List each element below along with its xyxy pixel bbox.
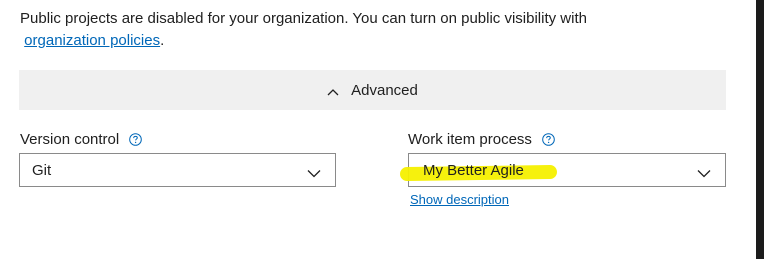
notice-text: Public projects are disabled for your or… <box>20 10 587 27</box>
help-circle-icon[interactable] <box>542 133 555 146</box>
scrollbar-thumb[interactable] <box>756 0 764 259</box>
chevron-down-icon <box>697 165 711 182</box>
chevron-down-icon <box>307 165 321 182</box>
work-item-process-select[interactable]: My Better Agile <box>408 153 726 187</box>
version-control-label: Version control <box>20 131 143 148</box>
version-control-value: Git <box>32 161 52 179</box>
work-item-process-value: My Better Agile <box>423 161 524 179</box>
version-control-select[interactable]: Git <box>19 153 336 187</box>
chevron-up-icon <box>327 83 339 100</box>
show-description-link[interactable]: Show description <box>410 192 509 207</box>
notice-line2: organization policies. <box>20 30 740 52</box>
work-item-process-label: Work item process <box>408 131 555 148</box>
organization-policies-link[interactable]: organization policies <box>24 32 160 49</box>
work-item-process-label-text: Work item process <box>408 131 532 148</box>
version-control-label-text: Version control <box>20 131 120 148</box>
advanced-toggle[interactable]: Advanced <box>19 70 726 110</box>
notice-period: . <box>160 32 165 49</box>
create-project-panel: Public projects are disabled for your or… <box>0 0 768 259</box>
scrollbar[interactable] <box>753 0 768 259</box>
help-circle-icon[interactable] <box>129 133 143 146</box>
public-projects-notice: Public projects are disabled for your or… <box>20 8 740 52</box>
advanced-label: Advanced <box>351 81 418 99</box>
